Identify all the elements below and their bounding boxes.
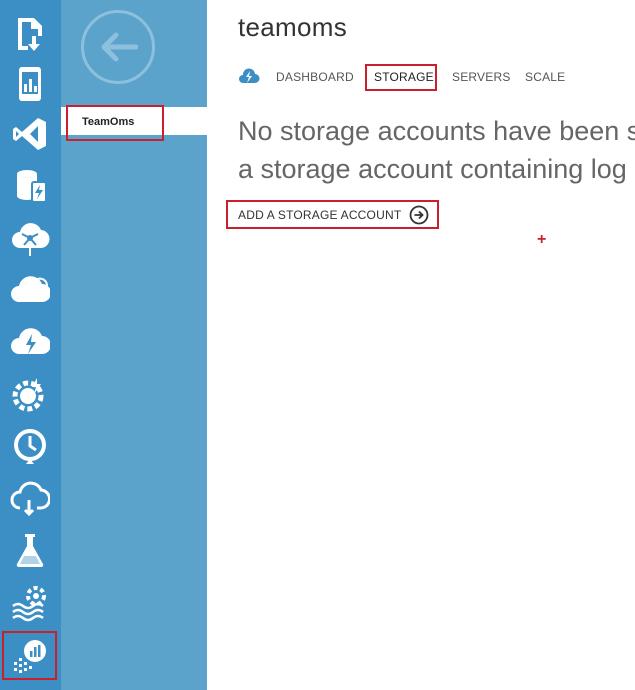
- highlight-box-add-button: [226, 200, 439, 229]
- flask-icon[interactable]: [8, 528, 52, 572]
- message-line-2: a storage account containing log: [238, 154, 627, 184]
- visual-studio-icon[interactable]: [8, 112, 52, 156]
- cloud-bolt-small-icon: [239, 68, 260, 83]
- clock-refresh-icon[interactable]: [8, 424, 52, 468]
- page-title: teamoms: [238, 12, 348, 42]
- tab-dashboard[interactable]: DASHBOARD: [276, 70, 354, 84]
- back-button[interactable]: [81, 10, 155, 84]
- cursor-plus-mark: +: [537, 231, 547, 248]
- nav-panel: TeamOms: [61, 0, 207, 690]
- highlight-box-insights: [2, 631, 57, 680]
- highlight-box-teamoms: [66, 105, 164, 141]
- empty-state-message: No storage accounts have been s a storag…: [238, 112, 635, 188]
- cloud-sync-icon[interactable]: [8, 476, 52, 520]
- database-bolt-icon[interactable]: [8, 164, 52, 208]
- hdinsight-hub-icon[interactable]: [8, 216, 52, 260]
- gear-bolt-icon[interactable]: [8, 372, 52, 416]
- mobile-chart-icon[interactable]: [8, 62, 52, 106]
- service-rail: [0, 0, 61, 690]
- tab-servers[interactable]: SERVERS: [452, 70, 511, 84]
- arrow-left-icon: [101, 32, 138, 62]
- document-deploy-icon[interactable]: [8, 12, 52, 56]
- wave-gear-icon[interactable]: [8, 580, 52, 624]
- highlight-box-storage-tab: [365, 64, 437, 91]
- message-line-1: No storage accounts have been s: [238, 116, 635, 146]
- cloud-bolt-icon[interactable]: [8, 320, 52, 364]
- cloud-services-icon[interactable]: [8, 268, 52, 312]
- tab-scale[interactable]: SCALE: [525, 70, 565, 84]
